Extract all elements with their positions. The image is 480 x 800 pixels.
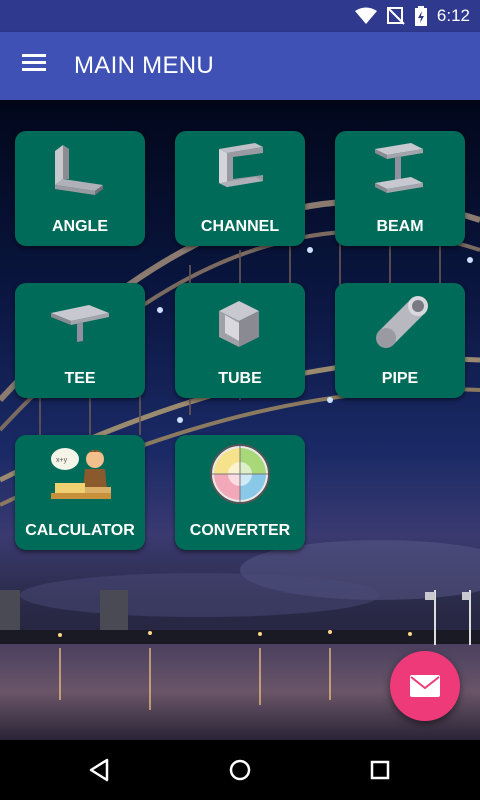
hamburger-menu-icon[interactable] <box>22 54 48 76</box>
converter-tile[interactable]: CONVERTER <box>175 435 305 550</box>
status-bar: 6:12 <box>0 0 480 32</box>
beam-tile[interactable]: BEAM <box>335 131 465 246</box>
converter-wheel-icon <box>210 444 270 504</box>
student-calculator-icon: x+y <box>51 448 111 499</box>
mail-icon <box>410 675 440 697</box>
tube-label: TUBE <box>218 370 262 387</box>
pipe-label: PIPE <box>381 370 419 387</box>
angle-icon <box>55 145 103 195</box>
channel-label: CHANNEL <box>200 218 280 235</box>
navigation-bar <box>0 740 480 800</box>
recents-icon[interactable] <box>360 750 400 790</box>
page-title: MAIN MENU <box>74 52 215 79</box>
battery-charging-icon <box>414 6 427 26</box>
tube-icon <box>219 301 259 347</box>
tube-tile[interactable]: TUBE <box>175 283 305 398</box>
svg-text:x+y: x+y <box>56 457 68 464</box>
tee-tile[interactable]: TEE <box>15 283 145 398</box>
calculator-label: CALCULATOR <box>25 522 135 539</box>
back-icon[interactable] <box>80 750 120 790</box>
mail-fab-button[interactable] <box>390 651 460 721</box>
angle-tile[interactable]: ANGLE <box>15 131 145 246</box>
pipe-icon <box>376 296 428 348</box>
beam-label: BEAM <box>376 218 424 235</box>
tee-icon <box>51 305 109 342</box>
channel-icon <box>219 143 263 187</box>
app-bar: MAIN MENU <box>0 32 480 100</box>
wifi-icon <box>354 7 377 24</box>
angle-label: ANGLE <box>52 218 108 235</box>
calculator-tile[interactable]: x+y CALCULATOR <box>15 435 145 550</box>
status-time: 6:12 <box>436 6 470 25</box>
main-content: ANGLE CHANNEL BEAM TEE TUBE PIPE x+y CAL… <box>0 100 480 740</box>
no-signal-icon <box>386 7 405 25</box>
tee-label: TEE <box>64 370 96 387</box>
home-icon[interactable] <box>220 750 260 790</box>
pipe-tile[interactable]: PIPE <box>335 283 465 398</box>
converter-label: CONVERTER <box>189 522 291 539</box>
beam-icon <box>375 143 423 193</box>
channel-tile[interactable]: CHANNEL <box>175 131 305 246</box>
